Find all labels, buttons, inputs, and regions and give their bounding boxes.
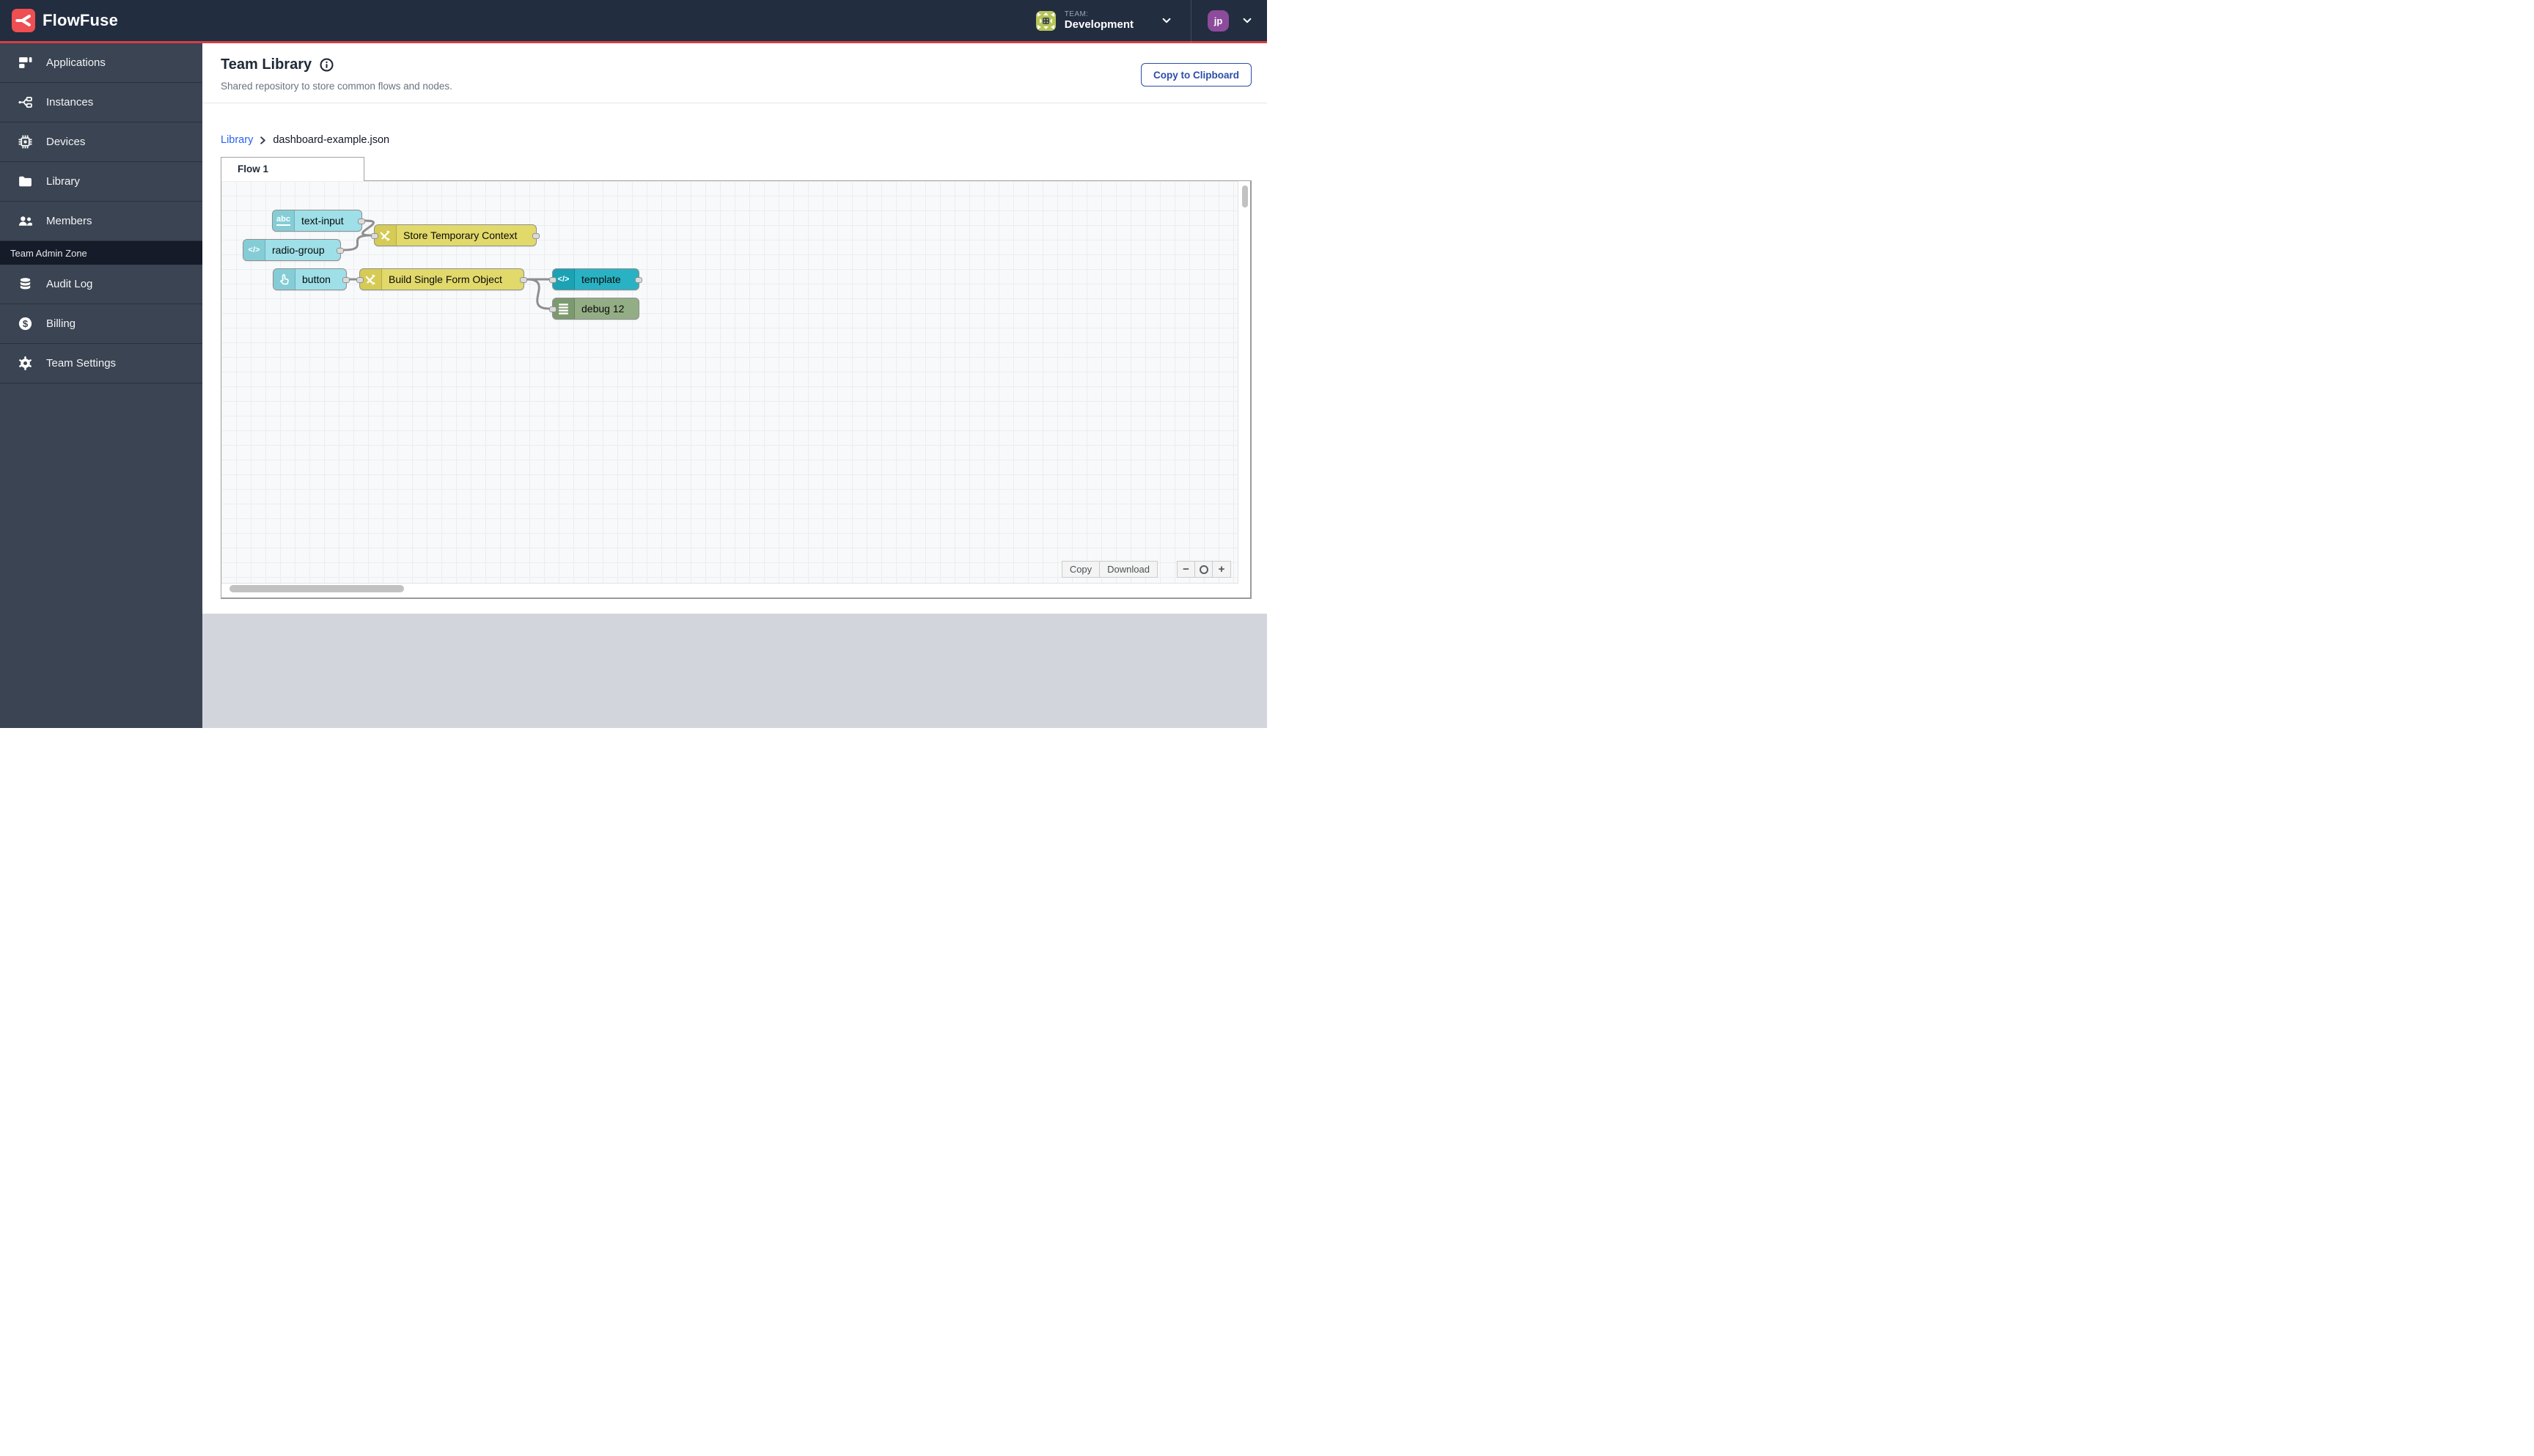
node-port-in[interactable] [356, 277, 364, 283]
node-label: Store Temporary Context [403, 229, 518, 241]
abc-icon: abc [273, 210, 295, 231]
canvas-export-buttons: Copy Download [1061, 561, 1158, 578]
sidebar-item-applications[interactable]: Applications [0, 43, 202, 83]
node-label: text-input [301, 215, 344, 227]
main-content: Team Library Shared repository to store … [202, 43, 1267, 728]
copy-to-clipboard-button[interactable]: Copy to Clipboard [1141, 63, 1252, 87]
team-selector[interactable]: TEAM: Development [1027, 10, 1185, 32]
flow-node-radio-group[interactable]: </> radio-group [243, 239, 344, 261]
info-icon[interactable] [320, 58, 334, 72]
node-port-out[interactable] [520, 277, 527, 283]
sidebar-item-label: Applications [46, 56, 106, 69]
sidebar-item-label: Devices [46, 136, 86, 148]
sidebar: Applications Instances Devices Library M… [0, 43, 202, 728]
zoom-controls: − + [1177, 561, 1231, 578]
node-label: button [302, 273, 331, 285]
page-background [202, 614, 1267, 728]
chevron-right-icon [260, 136, 266, 144]
library-icon [19, 176, 32, 187]
flow-node-template[interactable]: </> template [549, 268, 642, 290]
brand[interactable]: FlowFuse [0, 9, 118, 32]
flow-node-button[interactable]: button [273, 268, 350, 290]
horizontal-scrollbar[interactable] [229, 585, 404, 592]
flow-node-build-single-form-object[interactable]: Build Single Form Object [356, 268, 527, 290]
node-port-out[interactable] [342, 277, 350, 283]
sidebar-item-members[interactable]: Members [0, 202, 202, 241]
node-port-out[interactable] [358, 218, 365, 224]
canvas-copy-button[interactable]: Copy [1062, 562, 1101, 577]
chevron-down-icon [1162, 18, 1171, 23]
flowfuse-logo-icon [12, 9, 35, 32]
sidebar-item-label: Audit Log [46, 278, 93, 290]
sidebar-item-label: Library [46, 175, 80, 188]
node-label: template [581, 273, 621, 285]
node-port-out[interactable] [635, 277, 642, 283]
user-avatar: jp [1208, 10, 1229, 32]
breadcrumb: Library dashboard-example.json [221, 134, 389, 146]
team-avatar [1035, 10, 1056, 31]
top-navigation-bar: FlowFuse TEAM: Development jp [0, 0, 1267, 43]
sidebar-item-devices[interactable]: Devices [0, 122, 202, 162]
sidebar-item-team-settings[interactable]: Team Settings [0, 344, 202, 383]
instances-icon [18, 97, 32, 108]
brand-name: FlowFuse [43, 11, 119, 29]
sidebar-item-label: Members [46, 215, 92, 227]
node-port-in[interactable] [549, 306, 557, 312]
flow-canvas[interactable]: abc text-input </> radio-group Store Tempora… [221, 180, 1252, 599]
flow-node-store-temporary-context[interactable]: Store Temporary Context [371, 224, 540, 246]
sidebar-item-instances[interactable]: Instances [0, 83, 202, 122]
node-port-out[interactable] [532, 233, 540, 239]
billing-icon: $ [18, 317, 32, 331]
breadcrumb-library-link[interactable]: Library [221, 134, 253, 146]
page-subtitle: Shared repository to store common flows … [221, 81, 452, 92]
devices-icon [18, 135, 32, 149]
team-admin-zone-header: Team Admin Zone [0, 241, 202, 265]
vertical-scrollbar[interactable] [1242, 185, 1248, 207]
zoom-out-button[interactable]: − [1178, 562, 1195, 577]
sidebar-item-billing[interactable]: $ Billing [0, 304, 202, 344]
team-name: Development [1064, 18, 1134, 32]
sidebar-item-label: Instances [46, 96, 94, 109]
team-settings-icon [19, 356, 32, 370]
node-label: debug 12 [581, 303, 625, 315]
zoom-in-button[interactable]: + [1213, 562, 1230, 577]
chevron-down-icon [1243, 18, 1252, 23]
breadcrumb-current-file: dashboard-example.json [273, 134, 390, 146]
sidebar-item-label: Billing [46, 317, 76, 330]
code-icon: </> [243, 240, 265, 260]
user-menu[interactable]: jp [1197, 10, 1257, 32]
sidebar-item-library[interactable]: Library [0, 162, 202, 202]
flow-node-text-input[interactable]: abc text-input [272, 210, 365, 232]
audit-log-icon [20, 278, 31, 290]
flow-node-debug-12[interactable]: debug 12 [549, 298, 639, 320]
pointer-icon [273, 269, 295, 290]
node-label: radio-group [272, 244, 325, 256]
zoom-reset-icon [1199, 565, 1208, 574]
svg-text:$: $ [23, 318, 29, 329]
node-label: Build Single Form Object [389, 273, 502, 285]
members-icon [18, 216, 32, 226]
node-port-in[interactable] [549, 277, 557, 283]
canvas-download-button[interactable]: Download [1100, 562, 1157, 577]
sidebar-item-audit-log[interactable]: Audit Log [0, 265, 202, 304]
tab-flow-1[interactable]: Flow 1 [221, 157, 364, 181]
applications-icon [19, 57, 32, 68]
team-label: TEAM: [1064, 10, 1089, 18]
node-port-out[interactable] [337, 248, 344, 254]
sidebar-item-label: Team Settings [46, 357, 117, 369]
zoom-reset-button[interactable] [1195, 562, 1213, 577]
page-header: Team Library Shared repository to store … [202, 43, 1267, 103]
node-port-in[interactable] [371, 233, 378, 239]
page-title: Team Library [221, 56, 312, 73]
